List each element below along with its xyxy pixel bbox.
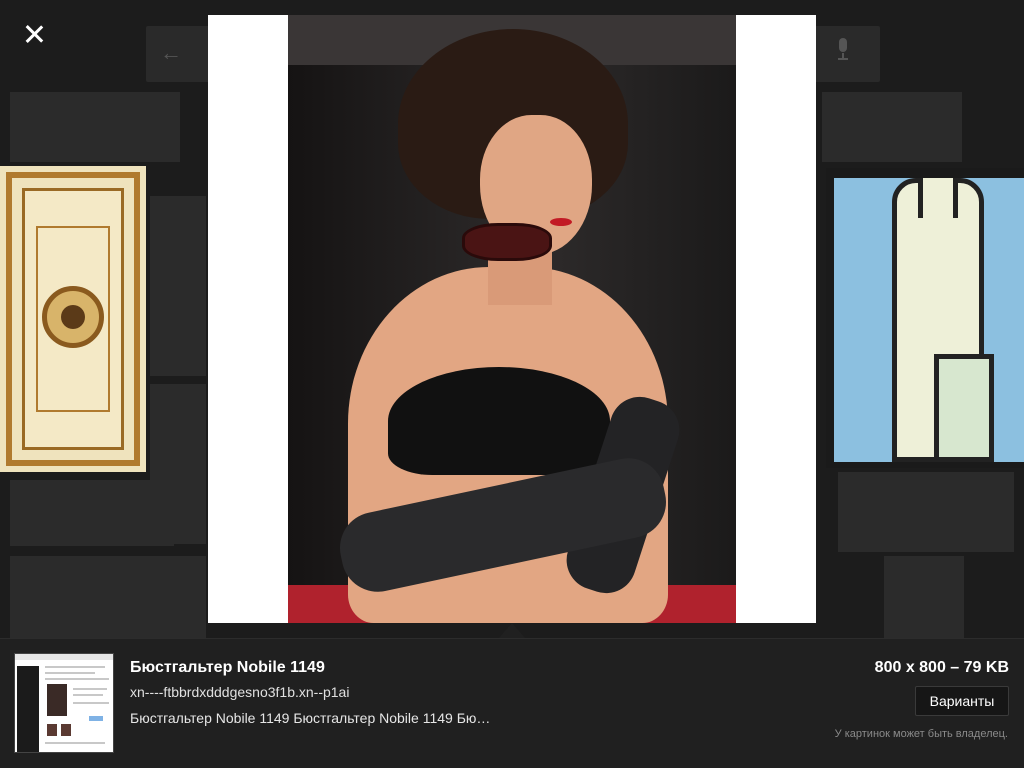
variants-button[interactable]: Варианты — [915, 686, 1009, 716]
source-domain[interactable]: xn----ftbbrdxdddgesno3f1b.xn--p1ai — [130, 684, 349, 700]
result-thumbnail[interactable] — [838, 472, 1014, 552]
selection-caret — [498, 623, 526, 639]
source-page-thumbnail[interactable] — [14, 653, 114, 753]
lingerie-photo — [288, 15, 736, 623]
previous-image[interactable] — [0, 166, 146, 472]
image-title[interactable]: Бюстгальтер Nobile 1149 — [130, 659, 325, 677]
image-size: 800 x 800 – 79 KB — [874, 659, 1009, 676]
result-thumbnail[interactable] — [822, 92, 962, 162]
result-thumbnail[interactable] — [150, 196, 206, 376]
close-icon[interactable] — [18, 18, 50, 50]
result-thumbnail[interactable] — [150, 384, 206, 544]
image-info-panel: Бюстгальтер Nobile 1149 xn----ftbbrdxddd… — [0, 638, 1024, 768]
image-description: Бюстгальтер Nobile 1149 Бюстгальтер Nobi… — [130, 710, 491, 726]
next-image[interactable] — [826, 168, 1024, 468]
copyright-note: У картинок может быть владелец. — [834, 728, 1008, 740]
result-thumbnail[interactable] — [10, 556, 206, 638]
back-arrow-icon[interactable]: ← — [160, 40, 182, 66]
microphone-icon[interactable] — [836, 38, 850, 60]
main-image[interactable] — [208, 15, 816, 623]
result-thumbnail[interactable] — [884, 556, 964, 638]
result-thumbnail[interactable] — [10, 92, 180, 162]
